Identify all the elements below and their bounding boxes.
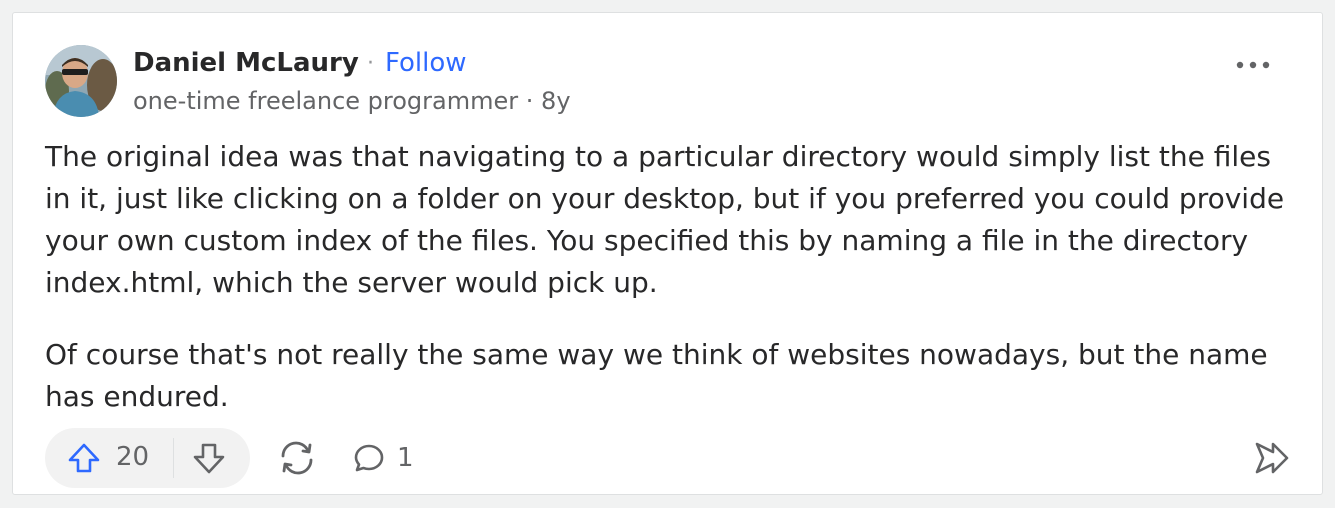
answer-age[interactable]: 8y [541,87,570,115]
upvote-arrow-icon [68,443,100,473]
share-cycle-icon [281,441,313,475]
downvote-button[interactable] [191,440,227,476]
forward-icon [1255,442,1289,474]
author-credential: one-time freelance programmer [133,87,519,115]
more-dots-icon [1236,61,1270,69]
vote-divider [173,438,174,478]
comment-button[interactable]: 1 [353,439,414,477]
comment-bubble-icon [354,444,384,472]
upvote-button[interactable]: 20 [45,428,173,488]
answer-body: The original idea was that navigating to… [45,136,1300,418]
downvote-arrow-icon [193,443,225,474]
upvote-count: 20 [116,442,150,472]
author-meta: one-time freelance programmer · 8y [133,87,571,115]
share-button[interactable] [277,440,317,476]
comment-count: 1 [397,443,414,473]
author-avatar[interactable] [45,45,117,117]
answer-card: Daniel McLaury · Follow one-time freelan… [12,12,1323,495]
more-options-button[interactable] [1231,49,1275,81]
vote-group: 20 [45,428,250,488]
forward-share-button[interactable] [1251,438,1291,478]
answer-paragraph: The original idea was that navigating to… [45,140,1285,299]
avatar-photo-icon [45,45,117,117]
author-name[interactable]: Daniel McLaury [133,48,359,78]
separator-dot: · [525,87,534,115]
separator-dot: · [367,51,374,76]
follow-button[interactable]: Follow [385,48,467,78]
answer-paragraph: Of course that's not really the same way… [45,338,1268,413]
